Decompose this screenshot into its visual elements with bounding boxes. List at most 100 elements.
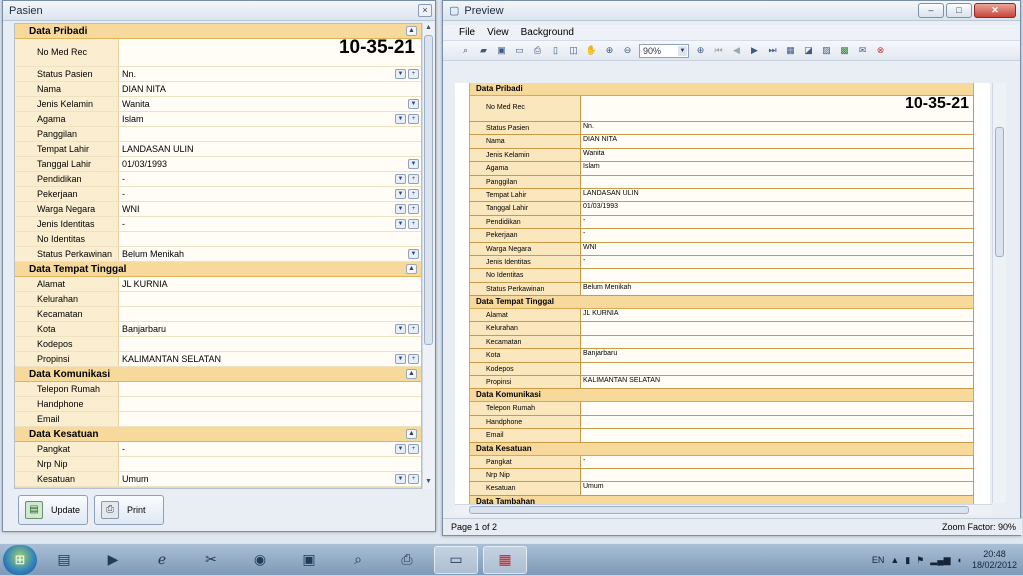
taskbar-network[interactable]: ▣	[287, 546, 331, 574]
menu-file[interactable]: File	[459, 27, 475, 38]
chevron-down-icon[interactable]: ▼	[395, 354, 406, 364]
minimize-button[interactable]: –	[918, 3, 944, 18]
watermark-icon[interactable]: ▨	[820, 44, 833, 57]
add-icon[interactable]: +	[408, 444, 419, 454]
collapse-icon[interactable]: ▲	[406, 369, 417, 379]
add-icon[interactable]: +	[408, 204, 419, 214]
next-page-icon[interactable]: ▶	[748, 44, 761, 57]
add-icon[interactable]: +	[408, 174, 419, 184]
field-input[interactable]	[119, 412, 421, 426]
chevron-down-icon[interactable]: ▼	[395, 174, 406, 184]
preview-hscrollbar[interactable]	[455, 504, 992, 515]
tray-volume-icon[interactable]: ◖	[957, 555, 962, 565]
field-input[interactable]	[119, 127, 421, 141]
chevron-down-icon[interactable]: ▼	[395, 219, 406, 229]
add-icon[interactable]: +	[408, 324, 419, 334]
field-input[interactable]: Islam + ▼	[119, 112, 421, 126]
tray-device-icon[interactable]: ▮	[905, 555, 910, 566]
field-input[interactable]: Wanita ▼	[119, 97, 421, 111]
zoom-out-icon[interactable]: ⊖	[621, 44, 634, 57]
hand-tool-icon[interactable]: ✋	[585, 44, 598, 57]
multi-page-icon[interactable]: ▦	[784, 44, 797, 57]
taskbar-window[interactable]: ▭	[434, 545, 478, 574]
taskbar-folder[interactable]: ▤	[42, 546, 86, 574]
print-setup-icon[interactable]: ▯	[549, 44, 562, 57]
field-input[interactable]: Nn. + ▼	[119, 67, 421, 81]
form-scrollbar[interactable]: ▲ ▼	[422, 23, 434, 489]
menu-view[interactable]: View	[487, 27, 509, 38]
chevron-down-icon[interactable]: ▼	[408, 249, 419, 259]
field-input[interactable]: - + ▼	[119, 442, 421, 456]
add-icon[interactable]: +	[408, 474, 419, 484]
prev-page-icon[interactable]: ◀	[730, 44, 743, 57]
field-input[interactable]: WNI + ▼	[119, 202, 421, 216]
taskbar-ie[interactable]: ℯ	[140, 546, 184, 574]
field-input[interactable]: Banjarbaru + ▼	[119, 322, 421, 336]
last-page-icon[interactable]: ⏭	[766, 44, 779, 57]
magnifier-icon[interactable]: ⊕	[603, 44, 616, 57]
field-input[interactable]	[119, 292, 421, 306]
close-preview-icon[interactable]: ⊗	[874, 44, 887, 57]
field-input[interactable]	[119, 307, 421, 321]
taskbar-firefox[interactable]: ◉	[238, 546, 282, 574]
add-icon[interactable]: +	[408, 114, 419, 124]
collapse-icon[interactable]: ▲	[406, 264, 417, 274]
field-input[interactable]	[119, 457, 421, 471]
zoom-in-icon[interactable]: ⊕	[694, 44, 707, 57]
field-input[interactable]: Umum + ▼	[119, 472, 421, 486]
add-icon[interactable]: +	[408, 219, 419, 229]
add-icon[interactable]: +	[408, 354, 419, 364]
taskbar-printer[interactable]: ⎙	[385, 546, 429, 574]
preview-vscrollbar[interactable]	[992, 83, 1006, 503]
clock[interactable]: 20:48 18/02/2012	[972, 549, 1017, 571]
add-icon[interactable]: +	[408, 189, 419, 199]
field-input[interactable]: Belum Menikah ▼	[119, 247, 421, 261]
chevron-down-icon[interactable]: ▼	[395, 189, 406, 199]
field-input[interactable]: - + ▼	[119, 217, 421, 231]
taskbar-paint[interactable]: ✂	[189, 546, 233, 574]
taskbar-app[interactable]: ▦	[483, 545, 527, 574]
find-icon[interactable]: ⌕	[459, 44, 472, 57]
chevron-down-icon[interactable]: ▼	[408, 159, 419, 169]
maximize-button[interactable]: □	[946, 3, 972, 18]
page-setup-icon[interactable]: ▭	[513, 44, 526, 57]
scroll-up-icon[interactable]: ▲	[424, 24, 433, 34]
chevron-down-icon[interactable]: ▼	[395, 444, 406, 454]
scroll-thumb[interactable]	[424, 35, 433, 345]
field-input[interactable]	[119, 382, 421, 396]
field-input[interactable]: JL KURNIA	[119, 277, 421, 291]
chevron-down-icon[interactable]: ▼	[395, 324, 406, 334]
zoom-select[interactable]: 90% ▼	[639, 43, 689, 58]
chevron-down-icon[interactable]: ▼	[395, 474, 406, 484]
save-icon[interactable]: ▣	[495, 44, 508, 57]
close-button[interactable]: ✕	[974, 3, 1016, 18]
start-button[interactable]: ⊞	[3, 544, 37, 575]
field-input[interactable]: - + ▼	[119, 172, 421, 186]
taskbar-search[interactable]: ⌕	[336, 546, 380, 574]
menu-background[interactable]: Background	[521, 27, 574, 38]
chevron-down-icon[interactable]: ▼	[395, 204, 406, 214]
print-button[interactable]: ⎙ Print	[94, 495, 164, 525]
tray-expand-icon[interactable]: ▲	[890, 555, 899, 565]
field-input[interactable]: - + ▼	[119, 187, 421, 201]
send-email-icon[interactable]: ✉	[856, 44, 869, 57]
scroll-down-icon[interactable]: ▼	[424, 478, 433, 488]
first-page-icon[interactable]: ⏮	[712, 44, 725, 57]
field-input[interactable]: LANDASAN ULIN	[119, 142, 421, 156]
field-input[interactable]	[119, 337, 421, 351]
pasien-close-button[interactable]: ×	[418, 4, 432, 17]
export-icon[interactable]: ▩	[838, 44, 851, 57]
collapse-icon[interactable]: ▲	[406, 26, 417, 36]
tray-flag-icon[interactable]: ⚑	[916, 555, 924, 566]
collapse-icon[interactable]: ▲	[406, 429, 417, 439]
tray-network-icon[interactable]: ▂▄▆	[930, 555, 950, 566]
scale-icon[interactable]: ◫	[567, 44, 580, 57]
chevron-down-icon[interactable]: ▼	[395, 69, 406, 79]
add-icon[interactable]: +	[408, 69, 419, 79]
color-icon[interactable]: ◪	[802, 44, 815, 57]
print-icon[interactable]: ⎙	[531, 44, 544, 57]
field-input[interactable]: 10-35-21	[119, 38, 421, 66]
open-icon[interactable]: ▰	[477, 44, 490, 57]
chevron-down-icon[interactable]: ▼	[408, 99, 419, 109]
field-input[interactable]: DIAN NITA	[119, 82, 421, 96]
